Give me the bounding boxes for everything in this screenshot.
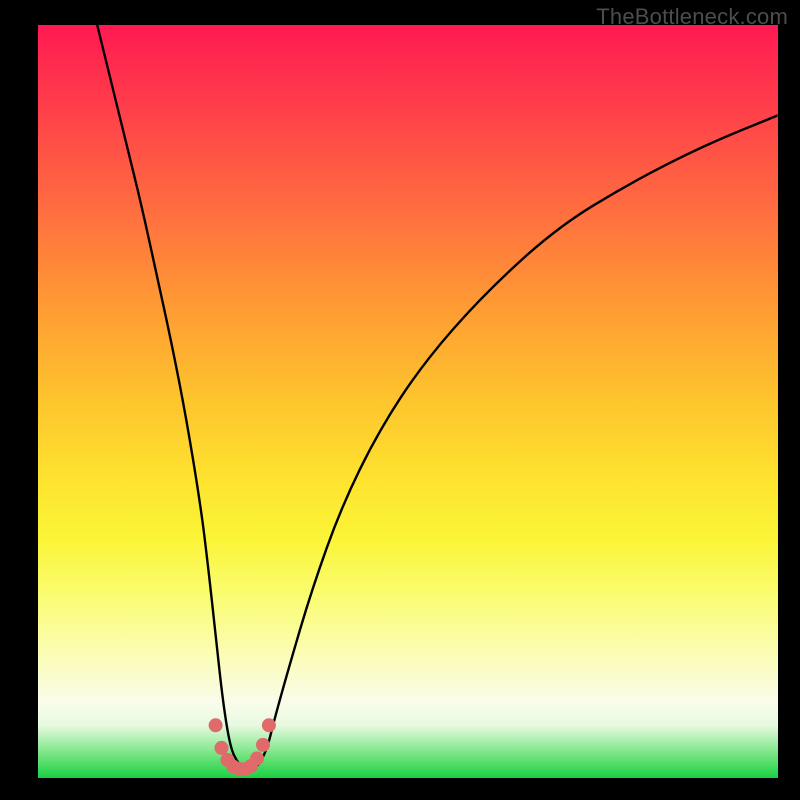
curve-path xyxy=(97,25,778,771)
watermark-text: TheBottleneck.com xyxy=(596,4,788,30)
valley-marker xyxy=(209,718,223,732)
valley-marker xyxy=(262,718,276,732)
chart-frame: TheBottleneck.com xyxy=(0,0,800,800)
chart-overlay xyxy=(38,25,778,778)
valley-marker-group xyxy=(209,718,276,776)
valley-marker xyxy=(250,751,264,765)
plot-area xyxy=(38,25,778,778)
valley-marker xyxy=(256,738,270,752)
valley-marker xyxy=(215,741,229,755)
